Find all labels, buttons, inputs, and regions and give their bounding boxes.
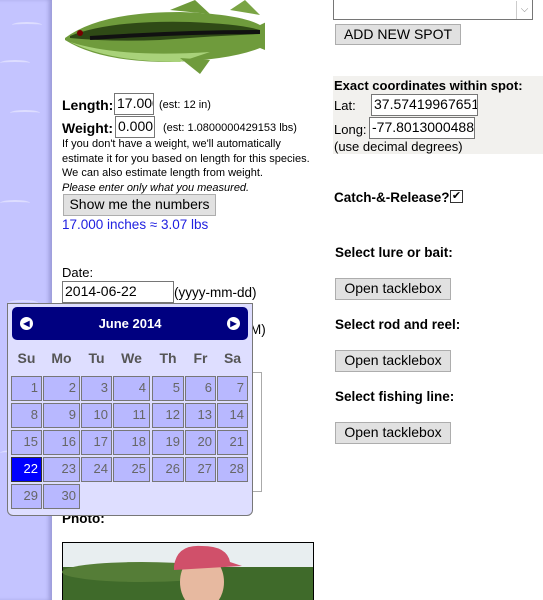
coordinates-panel: Exact coordinates within spot: Lat: 37.5… xyxy=(333,76,543,154)
tackle-label: Select rod and reel: xyxy=(335,317,461,332)
weekday-header: Fr xyxy=(193,350,208,366)
catch-photo xyxy=(62,542,314,600)
open-tacklebox-button[interactable]: Open tacklebox xyxy=(335,422,451,444)
spot-select[interactable]: ⌵ xyxy=(333,0,533,20)
calendar-day[interactable]: 7 xyxy=(217,376,248,401)
long-label: Long: xyxy=(334,122,367,137)
calendar-day[interactable]: 18 xyxy=(113,430,150,455)
long-input[interactable]: -77.801300048828 xyxy=(369,117,475,139)
coords-hint: (use decimal degrees) xyxy=(334,139,463,154)
calendar-day[interactable]: 5 xyxy=(152,376,184,401)
calendar-day[interactable]: 20 xyxy=(185,430,216,455)
date-input[interactable]: 2014-06-22 xyxy=(62,281,174,303)
open-tacklebox-button[interactable]: Open tacklebox xyxy=(335,350,451,372)
calendar-day[interactable]: 9 xyxy=(43,403,80,428)
open-tacklebox-button[interactable]: Open tacklebox xyxy=(335,278,451,300)
calendar-day[interactable]: 30 xyxy=(43,484,80,509)
catch-release-checkbox[interactable]: ✔ xyxy=(450,190,463,203)
calendar-day[interactable]: 15 xyxy=(11,430,42,455)
length-input[interactable]: 17.000 xyxy=(114,93,154,115)
calendar-day[interactable]: 1 xyxy=(11,376,42,401)
chevron-down-icon[interactable]: ⌵ xyxy=(516,1,532,19)
weight-estimate: (est: 1.0800000429153 lbs) xyxy=(163,122,297,134)
length-label: Length: xyxy=(62,97,114,113)
calendar-day[interactable]: 27 xyxy=(185,457,216,482)
weight-input[interactable]: 0.000 xyxy=(115,116,155,138)
calendar-day[interactable]: 23 xyxy=(43,457,80,482)
tackle-label: Select fishing line: xyxy=(335,389,455,404)
fish-image xyxy=(65,0,265,74)
calendar-day[interactable]: 10 xyxy=(81,403,112,428)
length-estimate: (est: 12 in) xyxy=(159,99,211,111)
weight-label: Weight: xyxy=(62,120,114,136)
weekday-header: We xyxy=(121,350,142,366)
weekday-header: Su xyxy=(17,350,36,366)
tackle-label: Select lure or bait: xyxy=(335,245,453,260)
calendar-day[interactable]: 12 xyxy=(152,403,184,428)
calendar-day[interactable]: 13 xyxy=(185,403,216,428)
calendar-day[interactable]: 4 xyxy=(113,376,150,401)
calendar-day[interactable]: 21 xyxy=(217,430,248,455)
conversion-result: 17.000 inches ≈ 3.07 lbs xyxy=(62,217,209,232)
coords-title: Exact coordinates within spot: xyxy=(334,78,523,93)
calendar-day[interactable]: 6 xyxy=(185,376,216,401)
weekday-header: Mo xyxy=(51,350,72,366)
calendar-day[interactable]: 24 xyxy=(81,457,112,482)
weight-help: If you don't have a weight, we'll automa… xyxy=(62,137,310,195)
help-line: We can also estimate length from weight. xyxy=(62,167,263,179)
next-month-icon[interactable]: ▶ xyxy=(227,317,240,330)
help-line: Please enter only what you measured. xyxy=(62,181,250,194)
calendar-month-title: June 2014 xyxy=(98,316,162,331)
weekday-header: Tu xyxy=(88,350,105,366)
calendar-day[interactable]: 25 xyxy=(113,457,150,482)
calendar-day[interactable]: 26 xyxy=(152,457,184,482)
show-numbers-button[interactable]: Show me the numbers xyxy=(63,194,216,216)
prev-month-icon[interactable]: ◀ xyxy=(20,317,33,330)
date-format-hint: (yyyy-mm-dd) xyxy=(174,285,257,300)
catch-release-label: Catch-&-Release? xyxy=(334,190,450,205)
calendar-day[interactable]: 16 xyxy=(43,430,80,455)
calendar-day[interactable]: 17 xyxy=(81,430,112,455)
calendar-day-selected[interactable]: 22 xyxy=(11,457,42,482)
calendar-day[interactable]: 28 xyxy=(217,457,248,482)
calendar-header: ◀ June 2014 ▶ xyxy=(12,307,248,340)
date-label: Date: xyxy=(62,265,94,280)
weekday-header: Sa xyxy=(223,350,242,366)
lat-label: Lat: xyxy=(334,98,356,113)
calendar-day[interactable]: 11 xyxy=(113,403,150,428)
calendar-day[interactable]: 29 xyxy=(11,484,42,509)
calendar-day[interactable]: 19 xyxy=(152,430,184,455)
calendar-day[interactable]: 8 xyxy=(11,403,42,428)
help-line: estimate it for you based on length for … xyxy=(62,152,310,165)
calendar-day[interactable]: 3 xyxy=(81,376,112,401)
help-line: If you don't have a weight, we'll automa… xyxy=(62,138,281,150)
lat-input[interactable]: 37.574199676514 xyxy=(371,94,478,116)
calendar-day[interactable]: 14 xyxy=(217,403,248,428)
weekday-header: Th xyxy=(159,350,177,366)
date-picker-calendar: ◀ June 2014 ▶ Su Mo Tu We Th Fr Sa 1 2 3 4 5 6 7 8 9 10… xyxy=(7,303,253,516)
add-new-spot-button[interactable]: ADD NEW SPOT xyxy=(335,24,461,45)
calendar-day[interactable]: 2 xyxy=(43,376,80,401)
